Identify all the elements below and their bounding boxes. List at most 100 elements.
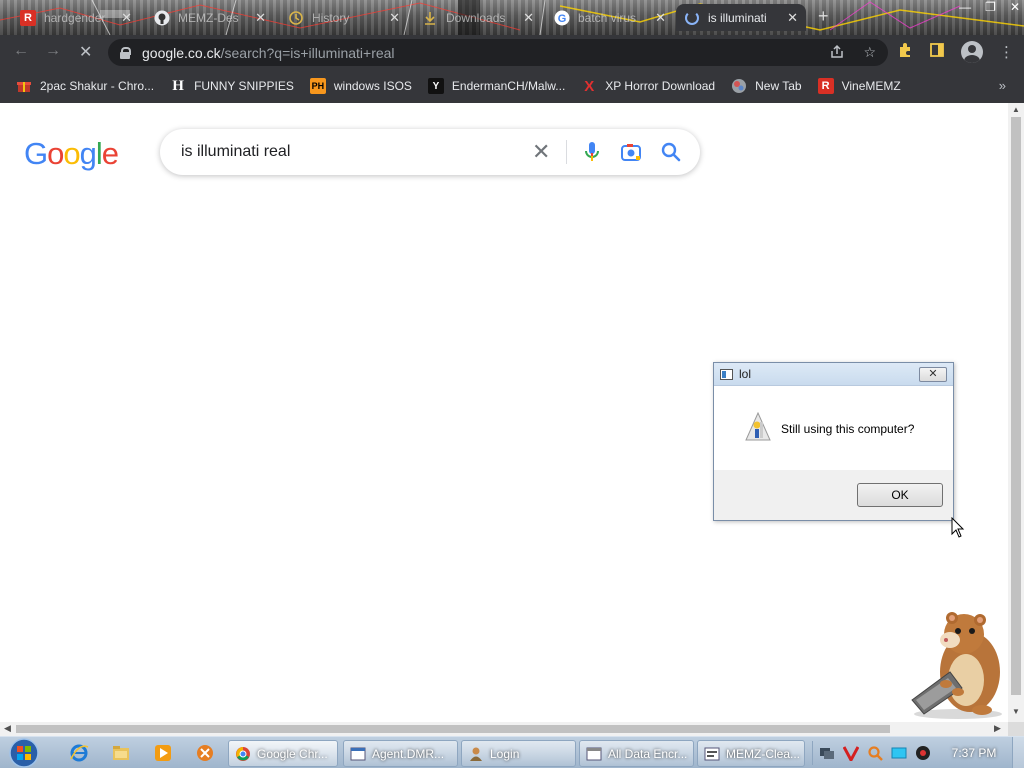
bookmarks-bar: 2pac Shakur - Chro... H FUNNY SNIPPIES P… (0, 69, 1024, 103)
taskbar-item-login[interactable]: Login (461, 740, 576, 767)
internet-explorer-icon[interactable] (69, 743, 89, 763)
dialog-close-button[interactable]: ✕ (919, 367, 947, 382)
windows-taskbar: Google Chr... Agent.DMR... Login All Dat… (0, 736, 1024, 768)
tab-close-icon[interactable]: ✕ (787, 10, 798, 26)
search-box: ✕ (160, 129, 700, 175)
restore-icon[interactable]: ❐ (985, 0, 996, 14)
show-desktop-button[interactable] (1012, 737, 1024, 768)
profile-avatar[interactable] (961, 41, 983, 63)
scroll-up-arrow-icon[interactable]: ▲ (1012, 105, 1020, 114)
scrollbar-thumb[interactable] (1011, 117, 1021, 695)
search-icon[interactable] (660, 141, 682, 168)
x-logo-icon: X (584, 77, 595, 95)
download-icon (422, 10, 438, 26)
message-dialog: lol ✕ Still using this computer? OK (713, 362, 954, 521)
taskbar-item-memz[interactable]: MEMZ-Clea... (697, 740, 805, 767)
scrollbar-thumb[interactable] (16, 725, 890, 733)
ok-button[interactable]: OK (857, 483, 943, 507)
start-button-icon[interactable] (7, 737, 41, 768)
tab-3[interactable]: History ✕ (280, 4, 408, 31)
scrollbar-corner (1008, 722, 1024, 736)
new-tab-button[interactable]: + (818, 6, 829, 27)
media-tray-icon[interactable] (915, 745, 931, 761)
bookmark-item[interactable]: Y EndermanCH/Malw... (427, 78, 565, 94)
browser-toolbar: ← → ✕ google.co.ck/search?q=is+illuminat… (0, 35, 1024, 69)
gift-icon (16, 78, 32, 94)
window-icon (350, 747, 366, 760)
bookmark-item[interactable]: 2pac Shakur - Chro... (16, 78, 154, 94)
vertical-scrollbar[interactable]: ▲ ▼ (1008, 103, 1024, 722)
dialog-message: Still using this computer? (781, 422, 915, 436)
taskbar-clock[interactable]: 7:37 PM (940, 746, 1008, 760)
side-panel-icon[interactable] (929, 42, 945, 62)
search-tray-icon[interactable] (867, 745, 883, 761)
bookmark-item[interactable]: H FUNNY SNIPPIES (170, 78, 294, 94)
h-logo-icon: H (172, 77, 184, 94)
monitor-icon[interactable] (891, 745, 907, 761)
r-logo-icon: R (817, 78, 834, 94)
forward-arrow-icon[interactable]: → (45, 42, 61, 60)
window-icon (586, 747, 602, 760)
bookmark-item[interactable]: R VineMEMZ (817, 78, 901, 94)
logo-letter: e (101, 136, 119, 171)
clear-search-icon[interactable]: ✕ (532, 141, 550, 163)
tools-app-icon[interactable] (195, 743, 215, 763)
window-icon (704, 747, 720, 760)
tab-close-icon[interactable]: ✕ (121, 10, 132, 26)
stop-loading-icon[interactable]: ✕ (79, 42, 92, 62)
tab-close-icon[interactable]: ✕ (523, 10, 534, 26)
mouse-cursor-icon (951, 517, 965, 538)
microphone-icon[interactable] (582, 141, 602, 168)
taskbar-item-chrome[interactable]: Google Chr... (228, 740, 338, 767)
information-icon (745, 411, 771, 447)
user-icon (470, 747, 482, 761)
camera-lens-icon[interactable] (620, 141, 642, 168)
horizontal-scrollbar[interactable]: ◀ ▶ (0, 722, 1008, 736)
search-input[interactable] (181, 143, 511, 161)
dialog-titlebar[interactable]: lol (714, 363, 953, 386)
google-g-icon: G (554, 10, 570, 26)
url-text[interactable]: google.co.ck/search?q=is+illuminati+real (142, 45, 395, 61)
tab-title: History (312, 10, 350, 25)
tab-title: is illuminati (708, 10, 767, 25)
scroll-down-arrow-icon[interactable]: ▼ (1012, 707, 1020, 716)
tab-title: Downloads (446, 10, 506, 25)
extensions-icon[interactable] (897, 42, 913, 62)
bookmark-item[interactable]: PH windows ISOS (309, 78, 412, 94)
antivirus-v-icon[interactable] (843, 745, 859, 761)
bookmarks-overflow-icon[interactable]: » (999, 78, 1006, 93)
github-icon (154, 10, 170, 26)
back-arrow-icon[interactable]: ← (13, 42, 29, 60)
scroll-right-arrow-icon[interactable]: ▶ (994, 723, 1001, 734)
logo-letter: G (24, 136, 48, 171)
loading-spinner-icon (684, 10, 700, 26)
minimize-icon[interactable]: — (959, 0, 971, 14)
lock-icon[interactable] (120, 46, 131, 59)
address-bar[interactable]: google.co.ck/search?q=is+illuminati+real… (108, 39, 888, 66)
menu-kebab-icon[interactable]: ⋮ (999, 43, 1014, 61)
tab-close-icon[interactable]: ✕ (255, 10, 266, 26)
tab-4[interactable]: Downloads ✕ (414, 4, 542, 31)
taskbar-item-agent[interactable]: Agent.DMR... (343, 740, 458, 767)
tab-1[interactable]: R hardgender ✕ (12, 4, 140, 31)
taskbar-item-encrypt[interactable]: All Data Encr... (579, 740, 694, 767)
scroll-left-arrow-icon[interactable]: ◀ (4, 723, 11, 734)
tab-2[interactable]: MEMZ-Des ✕ (146, 4, 274, 31)
bookmark-star-icon[interactable]: ☆ (863, 44, 876, 63)
tab-6-active[interactable]: is illuminati ✕ (676, 4, 806, 31)
share-icon[interactable] (829, 44, 845, 63)
bookmark-item[interactable]: X XP Horror Download (581, 77, 715, 95)
bookmark-item[interactable]: New Tab (731, 78, 802, 94)
tab-5[interactable]: G batch virus ✕ (546, 4, 674, 31)
close-window-icon[interactable]: ✕ (1010, 0, 1020, 14)
tab-close-icon[interactable]: ✕ (389, 10, 400, 26)
tab-close-icon[interactable]: ✕ (655, 10, 666, 26)
r-logo-icon: R (20, 9, 36, 26)
tab-title: hardgender (44, 10, 106, 25)
network-icon[interactable] (819, 745, 835, 761)
google-logo[interactable]: Google (24, 136, 119, 172)
media-player-icon[interactable] (153, 743, 173, 763)
tab-title: batch virus (578, 10, 637, 25)
file-explorer-icon[interactable] (111, 743, 131, 763)
dialog-title: lol (739, 367, 752, 381)
